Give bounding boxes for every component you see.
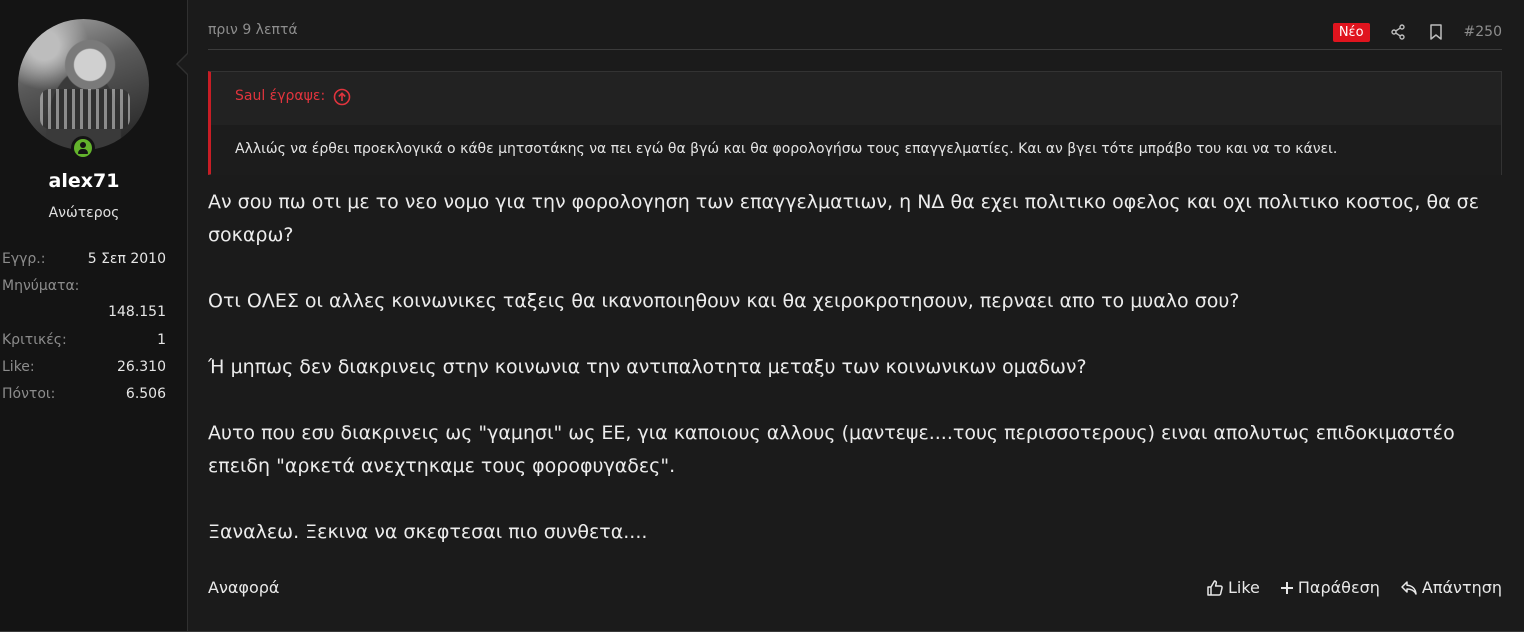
stat-registered: Εγγρ.: 5 Σεπ 2010 [2, 249, 166, 276]
quote-block: Saul έγραψε: Αλλιώς να έρθει προεκλογικά… [208, 71, 1502, 175]
arrow-up-circle-icon[interactable] [333, 88, 351, 110]
username[interactable]: alex71 [0, 170, 168, 192]
post-body: Αν σου πω οτι με το νεο νομο για την φορ… [208, 186, 1502, 582]
post-paragraph: Αν σου πω οτι με το νεο νομο για την φορ… [208, 191, 1479, 246]
stat-value: 5 Σεπ 2010 [87, 251, 166, 267]
stat-likes: Like: 26.310 [2, 357, 166, 384]
post-main: πριν 9 λεπτά Νέο #250 Saul έγραψε: Αλλιώ… [188, 0, 1524, 631]
stat-value[interactable]: 148.151 [2, 302, 166, 322]
like-button[interactable]: Like [1206, 578, 1260, 597]
post-time[interactable]: πριν 9 λεπτά [208, 22, 298, 38]
new-badge: Νέο [1332, 22, 1370, 42]
like-label: Like [1227, 578, 1260, 597]
report-link[interactable]: Αναφορά [208, 578, 279, 597]
stat-label: Μηνύματα: [2, 278, 80, 294]
reply-label: Απάντηση [1421, 578, 1502, 597]
stat-label: Κριτικές: [2, 332, 67, 348]
post-actions: Like Παράθεση Απάντηση [1206, 578, 1502, 597]
thumbs-up-icon [1207, 579, 1223, 596]
reply-icon [1401, 580, 1417, 595]
avatar[interactable] [18, 19, 149, 150]
share-icon[interactable] [1388, 22, 1408, 42]
stat-reviews: Κριτικές: 1 [2, 330, 166, 357]
post-meta-actions: Νέο #250 [1332, 22, 1502, 42]
plus-icon [1280, 581, 1293, 594]
stat-value[interactable]: 1 [157, 330, 166, 357]
post-number[interactable]: #250 [1464, 24, 1502, 40]
stat-label: Like: [2, 359, 35, 375]
post-paragraph: Ή μηπως δεν διακρινεις στην κοινωνια την… [208, 356, 1087, 378]
user-stats: Εγγρ.: 5 Σεπ 2010 Μηνύματα: 148.151 Κριτ… [2, 249, 166, 411]
post-paragraph: Ξαναλεω. Ξεκινα να σκεφτεσαι πιο συνθετα… [208, 521, 648, 543]
stat-messages: Μηνύματα: 148.151 [2, 276, 166, 330]
post-message: alex71 Ανώτερος Εγγρ.: 5 Σεπ 2010 Μηνύμα… [0, 0, 1524, 632]
stat-value[interactable]: 6.506 [126, 384, 166, 411]
stat-label: Πόντοι: [2, 386, 56, 402]
stat-label: Εγγρ.: [2, 251, 46, 267]
quote-label: Παράθεση [1297, 578, 1380, 597]
online-status-icon [71, 136, 95, 160]
stat-value: 26.310 [117, 359, 166, 375]
quote-author[interactable]: Saul έγραψε: [235, 88, 325, 104]
reply-button[interactable]: Απάντηση [1400, 578, 1502, 597]
stat-points: Πόντοι: 6.506 [2, 384, 166, 411]
quote-header: Saul έγραψε: [211, 72, 1501, 125]
quote-button[interactable]: Παράθεση [1280, 578, 1380, 597]
post-paragraph: Αυτο που εσυ διακρινεις ως "γαμησι" ως Ε… [208, 422, 1455, 477]
bookmark-icon[interactable] [1426, 22, 1446, 42]
post-paragraph: Οτι ΟΛΕΣ οι αλλες κοινωνικες ταξεις θα ι… [208, 290, 1240, 312]
post-attribution: πριν 9 λεπτά Νέο #250 [208, 22, 1502, 50]
quote-text: Αλλιώς να έρθει προεκλογικά ο κάθε μητσο… [211, 125, 1501, 175]
post-footer: Αναφορά Like Παράθεση Απάντηση [208, 578, 1502, 597]
user-sidebar: alex71 Ανώτερος Εγγρ.: 5 Σεπ 2010 Μηνύμα… [0, 0, 189, 631]
user-title: Ανώτερος [48, 205, 120, 221]
